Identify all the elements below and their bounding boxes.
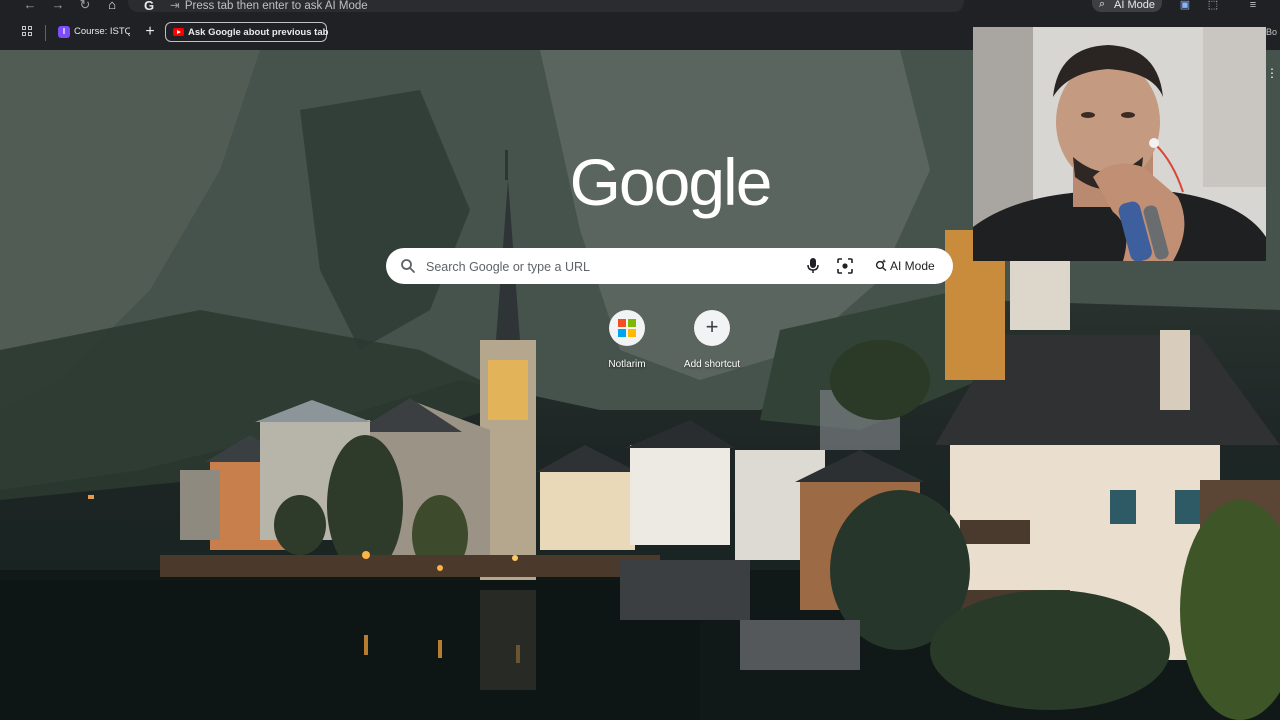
extensions-puzzle-icon[interactable]: ⬚ <box>1206 0 1220 12</box>
google-lens-icon[interactable] <box>837 258 853 274</box>
webcam-overlay <box>973 27 1266 261</box>
ask-google-previous-tab-chip[interactable]: Ask Google about previous tab <box>165 22 329 42</box>
microsoft-logo-icon <box>618 319 636 337</box>
bookmark-overflow-label[interactable]: Bo <box>1266 27 1277 37</box>
shortcut-label: Notlarim <box>608 359 646 370</box>
ai-sparkle-search-icon <box>875 259 887 271</box>
youtube-icon <box>173 28 184 36</box>
ai-search-icon: ⌕ <box>1099 0 1106 10</box>
search-input[interactable] <box>424 256 788 278</box>
reading-list-icon[interactable]: ≡ <box>1246 0 1260 12</box>
course-favicon-icon: I <box>58 26 70 38</box>
shortcut-label: Add shortcut <box>683 359 741 370</box>
webcam-person-image <box>973 27 1266 261</box>
bookmarks-divider <box>45 25 46 41</box>
google-logo: Google <box>569 145 773 219</box>
plus-icon[interactable]: + <box>143 23 157 41</box>
browser-toolbar: ← → ↻ ⌂ G ⇥ Press tab then enter to ask … <box>0 0 1280 14</box>
search-icon <box>401 259 415 273</box>
shortcut-tile[interactable] <box>609 310 645 346</box>
ai-mode-chip[interactable]: ⌕ AI Mode <box>1092 0 1162 12</box>
home-icon[interactable]: ⌂ <box>104 0 120 12</box>
address-bar[interactable]: G ⇥ Press tab then enter to ask AI Mode <box>128 0 964 13</box>
bookmark-course-label: Course: ISTQ <box>74 26 130 37</box>
translate-extension-icon[interactable]: ▣ <box>1178 0 1192 12</box>
search-box[interactable]: AI Mode <box>386 248 953 284</box>
reload-icon[interactable]: ↻ <box>77 0 93 12</box>
ai-mode-chip-label: AI Mode <box>1114 0 1155 11</box>
omnibox-hint-text: Press tab then enter to ask AI Mode <box>184 0 368 12</box>
tab-key-icon: ⇥ <box>170 0 180 12</box>
shortcut-tile[interactable]: + <box>694 310 730 346</box>
google-favicon-icon: G <box>144 0 155 13</box>
ask-google-chip-label: Ask Google about previous tab <box>188 27 329 38</box>
apps-grid-icon[interactable] <box>22 26 34 38</box>
ai-mode-button-label: AI Mode <box>890 259 935 273</box>
forward-arrow-icon[interactable]: → <box>50 0 66 12</box>
bookmark-course[interactable]: I Course: ISTQ <box>56 24 130 42</box>
back-arrow-icon[interactable]: ← <box>22 0 38 12</box>
add-shortcut-button[interactable]: + Add shortcut <box>670 310 754 376</box>
ai-mode-button[interactable]: AI Mode <box>870 254 942 278</box>
more-options-icon[interactable]: ⋮ <box>1266 66 1278 80</box>
plus-icon: + <box>705 314 719 339</box>
omnibox-hint: ⇥ Press tab then enter to ask AI Mode <box>170 0 368 12</box>
microphone-icon[interactable] <box>806 257 820 275</box>
shortcut-notlarim[interactable]: Notlarim <box>585 310 669 376</box>
